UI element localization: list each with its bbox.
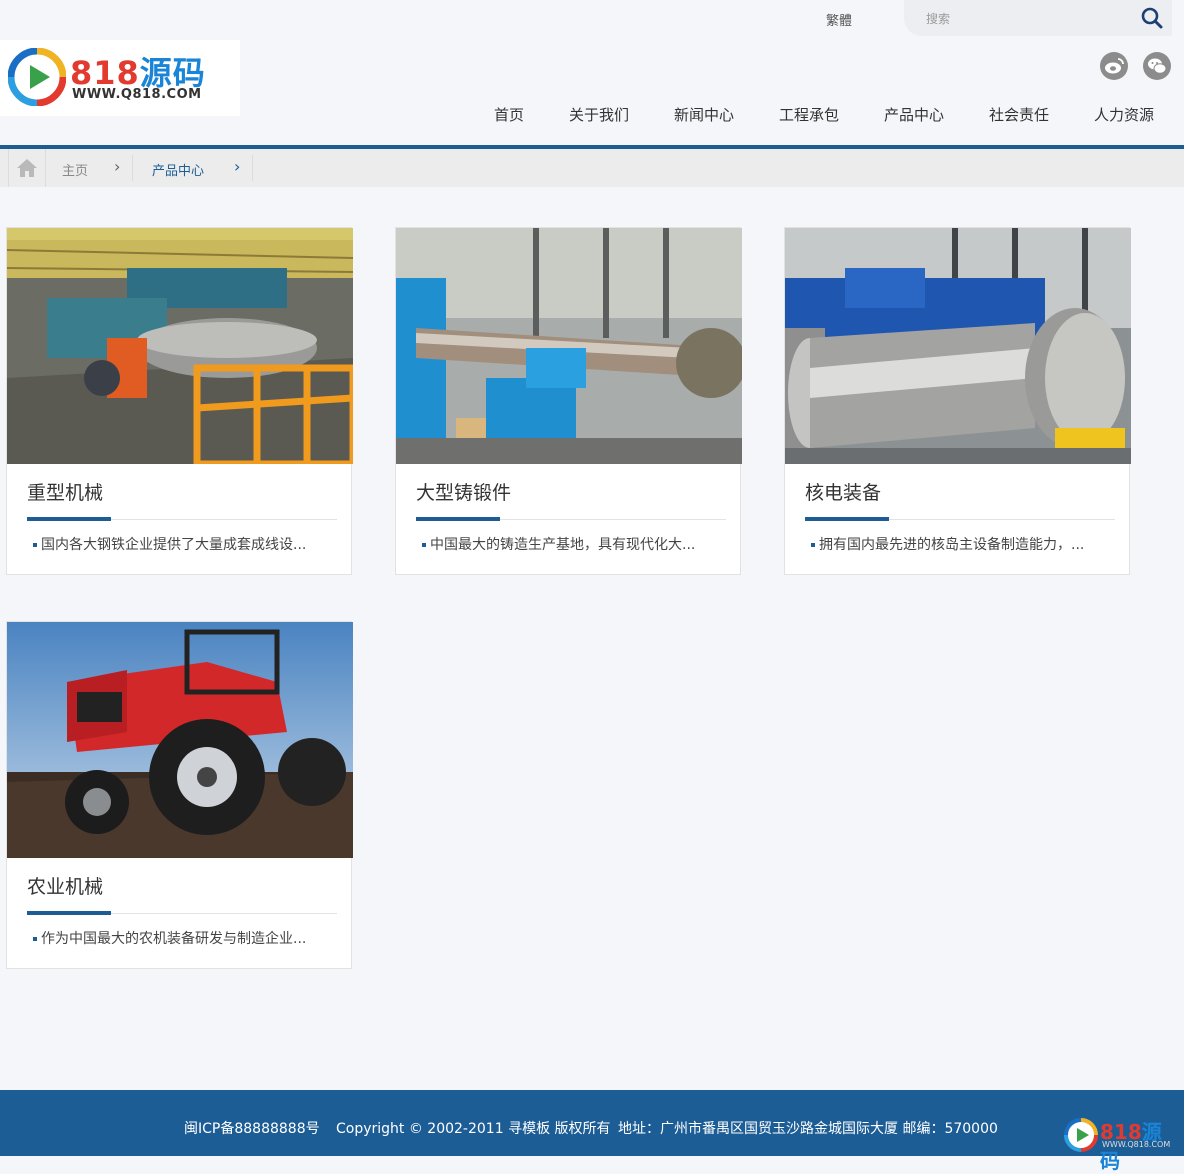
language-toggle[interactable]: 繁體 [826,10,852,29]
product-description: 作为中国最大的农机装备研发与制造企业... [33,928,345,948]
product-title[interactable]: 农业机械 [27,872,103,899]
product-card[interactable]: 重型机械 国内各大钢铁企业提供了大量成套成线设... [6,227,353,575]
product-card[interactable]: 农业机械 作为中国最大的农机装备研发与制造企业... [6,621,353,969]
footer-icp[interactable]: 闽ICP备88888888号 [184,1118,320,1138]
product-description: 中国最大的铸造生产基地，具有现代化大... [422,534,734,554]
product-card[interactable]: 大型铸锻件 中国最大的铸造生产基地，具有现代化大... [395,227,742,575]
search-box [904,0,1172,36]
home-icon[interactable] [8,149,46,187]
product-card[interactable]: 核电装备 拥有国内最先进的核岛主设备制造能力，... [784,227,1131,575]
nav-engineering[interactable]: 工程承包 [779,104,839,125]
product-title[interactable]: 核电装备 [805,478,881,505]
product-description: 拥有国内最先进的核岛主设备制造能力，... [811,534,1123,554]
nav-about[interactable]: 关于我们 [569,104,629,125]
nav-products[interactable]: 产品中心 [884,104,944,125]
breadcrumb-divider [132,155,133,181]
title-accent-bar [416,517,500,521]
main-nav: 首页 关于我们 新闻中心 工程承包 产品中心 社会责任 人力资源 [0,104,1184,130]
title-accent-bar [27,517,111,521]
footer-logo: 818源码 WWW.Q818.COM [1064,1116,1180,1173]
chevron-right-icon: › [114,157,121,176]
product-title[interactable]: 大型铸锻件 [416,478,511,505]
footer-address: 地址：广州市番禺区国贸玉沙路金城国际大厦 邮编：570000 [618,1121,998,1137]
search-input[interactable] [924,9,1128,29]
footer-copyright: Copyright © 2002-2011 寻模板 版权所有 [336,1121,611,1137]
title-accent-bar [27,911,111,915]
title-accent-bar [805,517,889,521]
nav-human-resources[interactable]: 人力资源 [1094,104,1154,125]
breadcrumb-current[interactable]: 产品中心 [152,160,204,179]
nav-news[interactable]: 新闻中心 [674,104,734,125]
site-footer: 闽ICP备88888888号 Copyright © 2002-2011 寻模板… [0,1090,1184,1156]
product-title[interactable]: 重型机械 [27,478,103,505]
product-image[interactable] [7,228,353,464]
nav-social-responsibility[interactable]: 社会责任 [989,104,1049,125]
breadcrumb: 主页 › 产品中心 › [0,149,1184,187]
product-image[interactable] [396,228,742,464]
product-image[interactable] [7,622,353,858]
product-image[interactable] [785,228,1131,464]
play-logo-icon [1064,1118,1098,1156]
wechat-icon[interactable] [1143,52,1171,80]
footer-logo-url: WWW.Q818.COM [1102,1140,1171,1149]
chevron-right-icon: › [234,157,241,176]
play-logo-icon [7,47,67,110]
nav-home[interactable]: 首页 [494,104,524,125]
weibo-icon[interactable] [1100,52,1128,80]
search-icon[interactable] [1140,6,1164,30]
breadcrumb-divider [252,155,253,181]
logo-url: WWW.Q818.COM [72,87,202,102]
breadcrumb-home[interactable]: 主页 [62,160,88,179]
product-description: 国内各大钢铁企业提供了大量成套成线设... [33,534,345,554]
